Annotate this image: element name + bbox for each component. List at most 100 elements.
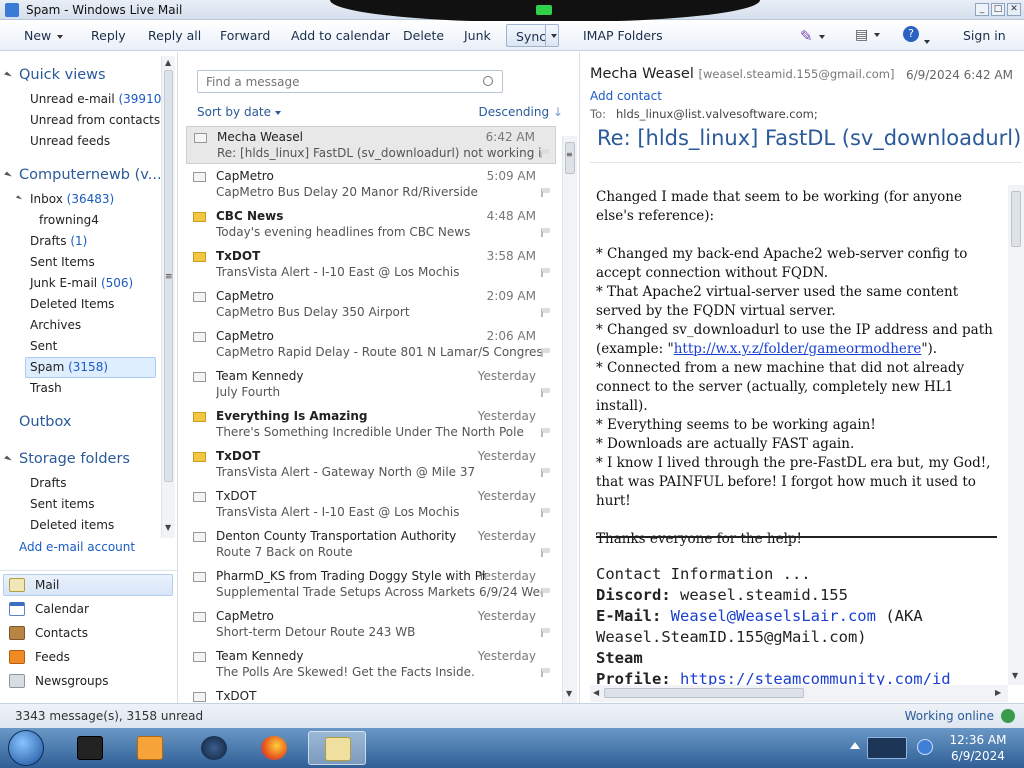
sort-order-toggle[interactable]: Descending ↓ [478, 105, 563, 119]
taskbar-app-firefox[interactable] [248, 731, 298, 765]
list-item[interactable]: PharmD_KS from Trading Doggy Style with … [186, 566, 556, 604]
list-item[interactable]: Team Kennedy Yesterday The Polls Are Skewe… [186, 646, 556, 684]
close-button[interactable]: ✕ [1007, 3, 1021, 16]
module-contacts[interactable]: Contacts [35, 626, 88, 640]
new-button[interactable]: New [24, 28, 64, 43]
list-item[interactable]: CapMetro 2:09 AM CapMetro Bus Delay 350 Ai… [186, 286, 556, 324]
sync-dropdown-icon[interactable] [551, 34, 557, 38]
folder-sent[interactable]: Sent [30, 339, 57, 353]
flag-icon[interactable] [541, 268, 550, 277]
flag-icon[interactable] [541, 628, 550, 637]
scroll-thumb[interactable] [1011, 191, 1021, 247]
sort-by-dropdown[interactable]: Sort by date [197, 105, 282, 119]
reading-pane-hscrollbar[interactable]: ◀ ▶ [590, 685, 1008, 702]
add-email-account-link[interactable]: Add e-mail account [19, 540, 135, 554]
scroll-down-icon[interactable]: ▼ [566, 689, 572, 698]
taskbar-app-browser[interactable] [188, 731, 238, 765]
email-link[interactable]: Weasel@WeaselsLair.com [671, 607, 876, 625]
junk-button[interactable]: Junk [464, 28, 491, 43]
flag-icon[interactable] [541, 468, 550, 477]
clock[interactable]: 12:36 AM 6/9/2024 [945, 732, 1011, 764]
storage-folder-sent-items[interactable]: Sent items [30, 497, 95, 511]
module-feeds[interactable]: Feeds [35, 650, 70, 664]
folder-junk-email[interactable]: Junk E-mail (506) [30, 276, 133, 290]
reply-button[interactable]: Reply [91, 28, 126, 43]
scroll-right-icon[interactable]: ▶ [995, 688, 1001, 697]
quick-views-heading[interactable]: Quick views [19, 67, 106, 83]
folder-unread-email[interactable]: Unread e-mail (39910) [30, 92, 166, 106]
sync-button[interactable]: Sync [506, 24, 559, 47]
folder-pane-scrollbar[interactable]: ▲ ≡ ▼ [161, 56, 175, 538]
forward-button[interactable]: Forward [220, 28, 270, 43]
folder-unread-contacts[interactable]: Unread from contacts [30, 113, 160, 127]
flag-icon[interactable] [541, 588, 550, 597]
collapse-icon[interactable] [4, 455, 12, 464]
list-item[interactable]: CapMetro Yesterday Short-term Detour Route… [186, 606, 556, 644]
add-to-calendar-button[interactable]: Add to calendar [291, 28, 390, 43]
flag-icon[interactable] [541, 428, 550, 437]
view-menu-icon[interactable]: ▤ [855, 27, 881, 43]
flag-icon[interactable] [540, 149, 549, 158]
help-icon[interactable]: ? [903, 26, 919, 42]
folder-archives[interactable]: Archives [30, 318, 81, 332]
minimize-button[interactable]: _ [975, 3, 989, 16]
online-status[interactable]: Working online [905, 709, 994, 723]
list-item[interactable]: Team Kennedy Yesterday July Fourth [186, 366, 556, 404]
reply-all-button[interactable]: Reply all [148, 28, 201, 43]
module-calendar[interactable]: Calendar [35, 602, 89, 616]
list-item[interactable]: Denton County Transportation Authority Ye… [186, 526, 556, 564]
list-item[interactable]: TxDOT Yesterday TransVista Alert - Gateway… [186, 446, 556, 484]
scroll-down-icon[interactable]: ▼ [1012, 671, 1018, 680]
taskbar-app-terminal[interactable] [64, 731, 114, 765]
scroll-down-icon[interactable]: ▼ [165, 523, 171, 532]
flag-icon[interactable] [541, 228, 550, 237]
example-url-link[interactable]: http://w.x.y.z/folder/gameormodhere [674, 341, 922, 357]
list-item[interactable]: Everything Is Amazing Yesterday There's So… [186, 406, 556, 444]
module-mail[interactable]: Mail [35, 578, 59, 592]
storage-folder-deleted-items[interactable]: Deleted items [30, 518, 114, 532]
message-list-scrollbar[interactable]: ≡ ▼ [562, 136, 577, 703]
show-hidden-icons-icon[interactable] [850, 742, 860, 749]
flag-icon[interactable] [541, 308, 550, 317]
search-icon[interactable] [483, 76, 493, 86]
folder-trash[interactable]: Trash [30, 381, 62, 395]
scroll-thumb[interactable] [604, 688, 804, 698]
list-item[interactable]: CapMetro 2:06 AM CapMetro Rapid Delay - Ro… [186, 326, 556, 364]
module-newsgroups[interactable]: Newsgroups [35, 674, 109, 688]
start-button[interactable] [8, 730, 44, 766]
flag-icon[interactable] [541, 388, 550, 397]
folder-drafts[interactable]: Drafts (1) [30, 234, 87, 248]
folder-deleted-items[interactable]: Deleted Items [30, 297, 114, 311]
storage-folders-heading[interactable]: Storage folders [19, 451, 130, 467]
flag-icon[interactable] [541, 548, 550, 557]
taskbar-app-windows-live-mail[interactable] [308, 731, 366, 765]
flag-icon[interactable] [541, 508, 550, 517]
network-icon[interactable] [917, 739, 933, 755]
search-input[interactable] [198, 71, 468, 92]
folder-inbox[interactable]: Inbox (36483) [30, 192, 114, 206]
maximize-button[interactable]: □ [991, 3, 1005, 16]
list-item[interactable]: Mecha Weasel 6:42 AM Re: [hlds_linux] Fast… [186, 126, 556, 164]
scroll-up-icon[interactable]: ▲ [165, 58, 171, 67]
live-mail-tray-icon[interactable] [867, 737, 907, 759]
emoticon-icon[interactable]: ✎ [800, 27, 825, 45]
storage-folder-drafts[interactable]: Drafts [30, 476, 67, 490]
scroll-left-icon[interactable]: ◀ [593, 688, 599, 697]
list-item[interactable]: CBC News 4:48 AM Today's evening headlines… [186, 206, 556, 244]
flag-icon[interactable] [541, 348, 550, 357]
flag-icon[interactable] [541, 668, 550, 677]
taskbar-app-media-player[interactable] [124, 731, 174, 765]
folder-frowning4[interactable]: frowning4 [39, 213, 99, 227]
add-contact-link[interactable]: Add contact [590, 89, 662, 103]
outbox-folder[interactable]: Outbox [19, 414, 72, 430]
collapse-icon[interactable] [4, 171, 12, 180]
list-item[interactable]: TxDOT [186, 686, 556, 703]
folder-unread-feeds[interactable]: Unread feeds [30, 134, 110, 148]
list-item[interactable]: TxDOT 3:58 AM TransVista Alert - I-10 East… [186, 246, 556, 284]
delete-button[interactable]: Delete [403, 28, 444, 43]
folder-spam[interactable]: Spam (3158) [30, 360, 108, 374]
imap-folders-button[interactable]: IMAP Folders [583, 28, 663, 43]
list-item[interactable]: TxDOT Yesterday TransVista Alert - I-10 Ea… [186, 486, 556, 524]
reading-pane-scrollbar[interactable]: ▼ [1008, 185, 1024, 685]
folder-sent-items[interactable]: Sent Items [30, 255, 95, 269]
